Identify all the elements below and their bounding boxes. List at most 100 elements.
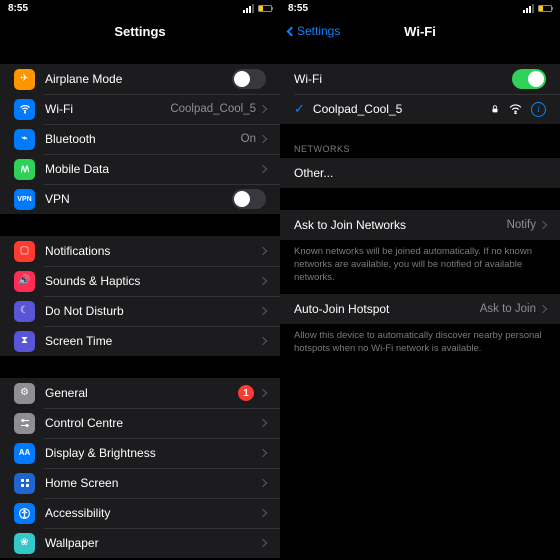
row-mobile-data[interactable]: Mobile Data (0, 154, 280, 184)
notifications-label: Notifications (45, 244, 260, 258)
chevron-right-icon (259, 135, 267, 143)
row-wifi-toggle[interactable]: Wi-Fi (280, 64, 560, 94)
info-icon[interactable]: i (531, 102, 546, 117)
status-time: 8:55 (288, 3, 308, 14)
ask-to-join-label: Ask to Join Networks (294, 218, 507, 232)
control-centre-icon (14, 413, 35, 434)
battery-icon (258, 5, 272, 12)
airplane-toggle[interactable] (232, 69, 266, 89)
home-screen-icon (14, 473, 35, 494)
sounds-label: Sounds & Haptics (45, 274, 260, 288)
general-badge: 1 (238, 385, 254, 401)
mobile-data-icon (14, 159, 35, 180)
bluetooth-label: Bluetooth (45, 132, 241, 146)
status-time: 8:55 (8, 3, 28, 14)
auto-join-value: Ask to Join (480, 303, 536, 315)
back-button[interactable]: Settings (288, 24, 340, 38)
row-other-network[interactable]: Other... (280, 158, 560, 188)
ask-to-join-footer: Known networks will be joined automatica… (280, 240, 560, 294)
wifi-toggle-label: Wi-Fi (294, 72, 512, 86)
chevron-right-icon (259, 247, 267, 255)
row-screentime[interactable]: ⧗ Screen Time (0, 326, 280, 356)
screentime-label: Screen Time (45, 334, 260, 348)
chevron-right-icon (259, 277, 267, 285)
airplane-icon: ✈ (14, 69, 35, 90)
row-bluetooth[interactable]: ⌁ Bluetooth On (0, 124, 280, 154)
airplane-label: Airplane Mode (45, 72, 232, 86)
back-label: Settings (297, 24, 340, 38)
row-connected-network[interactable]: ✓ Coolpad_Cool_5 i (280, 94, 560, 124)
row-notifications[interactable]: ▢ Notifications (0, 236, 280, 266)
row-vpn[interactable]: VPN VPN (0, 184, 280, 214)
row-auto-join-hotspot[interactable]: Auto-Join Hotspot Ask to Join (280, 294, 560, 324)
dnd-icon: ☾ (14, 301, 35, 322)
row-ask-to-join[interactable]: Ask to Join Networks Notify (280, 210, 560, 240)
wifi-screen: 8:55 Settings Wi-Fi Wi-Fi ✓ Coolpad_Cool… (280, 0, 560, 560)
screentime-icon: ⧗ (14, 331, 35, 352)
status-bar: 8:55 (280, 0, 560, 16)
display-icon: AA (14, 443, 35, 464)
chevron-right-icon (259, 105, 267, 113)
signal-icon (523, 4, 534, 13)
auto-join-label: Auto-Join Hotspot (294, 302, 480, 316)
chevron-right-icon (259, 509, 267, 517)
dnd-label: Do Not Disturb (45, 304, 260, 318)
general-label: General (45, 386, 238, 400)
signal-icon (243, 4, 254, 13)
row-wifi[interactable]: Wi-Fi Coolpad_Cool_5 (0, 94, 280, 124)
chevron-right-icon (259, 539, 267, 547)
row-dnd[interactable]: ☾ Do Not Disturb (0, 296, 280, 326)
page-title: Wi-Fi (404, 24, 436, 39)
chevron-right-icon (259, 449, 267, 457)
connected-network-name: Coolpad_Cool_5 (313, 102, 484, 116)
accessibility-label: Accessibility (45, 506, 260, 520)
row-general[interactable]: ⚙ General 1 (0, 378, 280, 408)
nav-bar: Settings (0, 16, 280, 46)
vpn-toggle[interactable] (232, 189, 266, 209)
status-bar: 8:55 (0, 0, 280, 16)
row-control-centre[interactable]: Control Centre (0, 408, 280, 438)
chevron-right-icon (259, 337, 267, 345)
general-icon: ⚙ (14, 383, 35, 404)
checkmark-icon: ✓ (294, 101, 305, 117)
wifi-value: Coolpad_Cool_5 (170, 103, 256, 115)
chevron-left-icon (287, 26, 297, 36)
bluetooth-icon: ⌁ (14, 129, 35, 150)
row-sounds[interactable]: 🔊 Sounds & Haptics (0, 266, 280, 296)
chevron-right-icon (259, 479, 267, 487)
chevron-right-icon (259, 307, 267, 315)
wallpaper-label: Wallpaper (45, 536, 260, 550)
row-airplane-mode[interactable]: ✈ Airplane Mode (0, 64, 280, 94)
nav-bar: Settings Wi-Fi (280, 16, 560, 46)
bluetooth-value: On (241, 133, 256, 145)
chevron-right-icon (539, 221, 547, 229)
vpn-label: VPN (45, 192, 232, 206)
wifi-label: Wi-Fi (45, 102, 170, 116)
wallpaper-icon: ❀ (14, 533, 35, 554)
settings-screen: 8:55 Settings ✈ Airplane Mode Wi-Fi Cool… (0, 0, 280, 560)
row-display[interactable]: AA Display & Brightness (0, 438, 280, 468)
chevron-right-icon (259, 165, 267, 173)
networks-section-label: NETWORKS (280, 138, 560, 158)
control-centre-label: Control Centre (45, 416, 260, 430)
wifi-signal-icon (509, 104, 522, 114)
row-home-screen[interactable]: Home Screen (0, 468, 280, 498)
battery-icon (538, 5, 552, 12)
sounds-icon: 🔊 (14, 271, 35, 292)
accessibility-icon (14, 503, 35, 524)
wifi-toggle[interactable] (512, 69, 546, 89)
mobile-data-label: Mobile Data (45, 162, 260, 176)
notifications-icon: ▢ (14, 241, 35, 262)
auto-join-footer: Allow this device to automatically disco… (280, 324, 560, 366)
vpn-icon: VPN (14, 189, 35, 210)
chevron-right-icon (259, 419, 267, 427)
display-label: Display & Brightness (45, 446, 260, 460)
lock-icon (490, 103, 500, 115)
page-title: Settings (114, 24, 165, 39)
chevron-right-icon (259, 389, 267, 397)
row-wallpaper[interactable]: ❀ Wallpaper (0, 528, 280, 558)
home-screen-label: Home Screen (45, 476, 260, 490)
chevron-right-icon (539, 305, 547, 313)
wifi-icon (14, 99, 35, 120)
row-accessibility[interactable]: Accessibility (0, 498, 280, 528)
